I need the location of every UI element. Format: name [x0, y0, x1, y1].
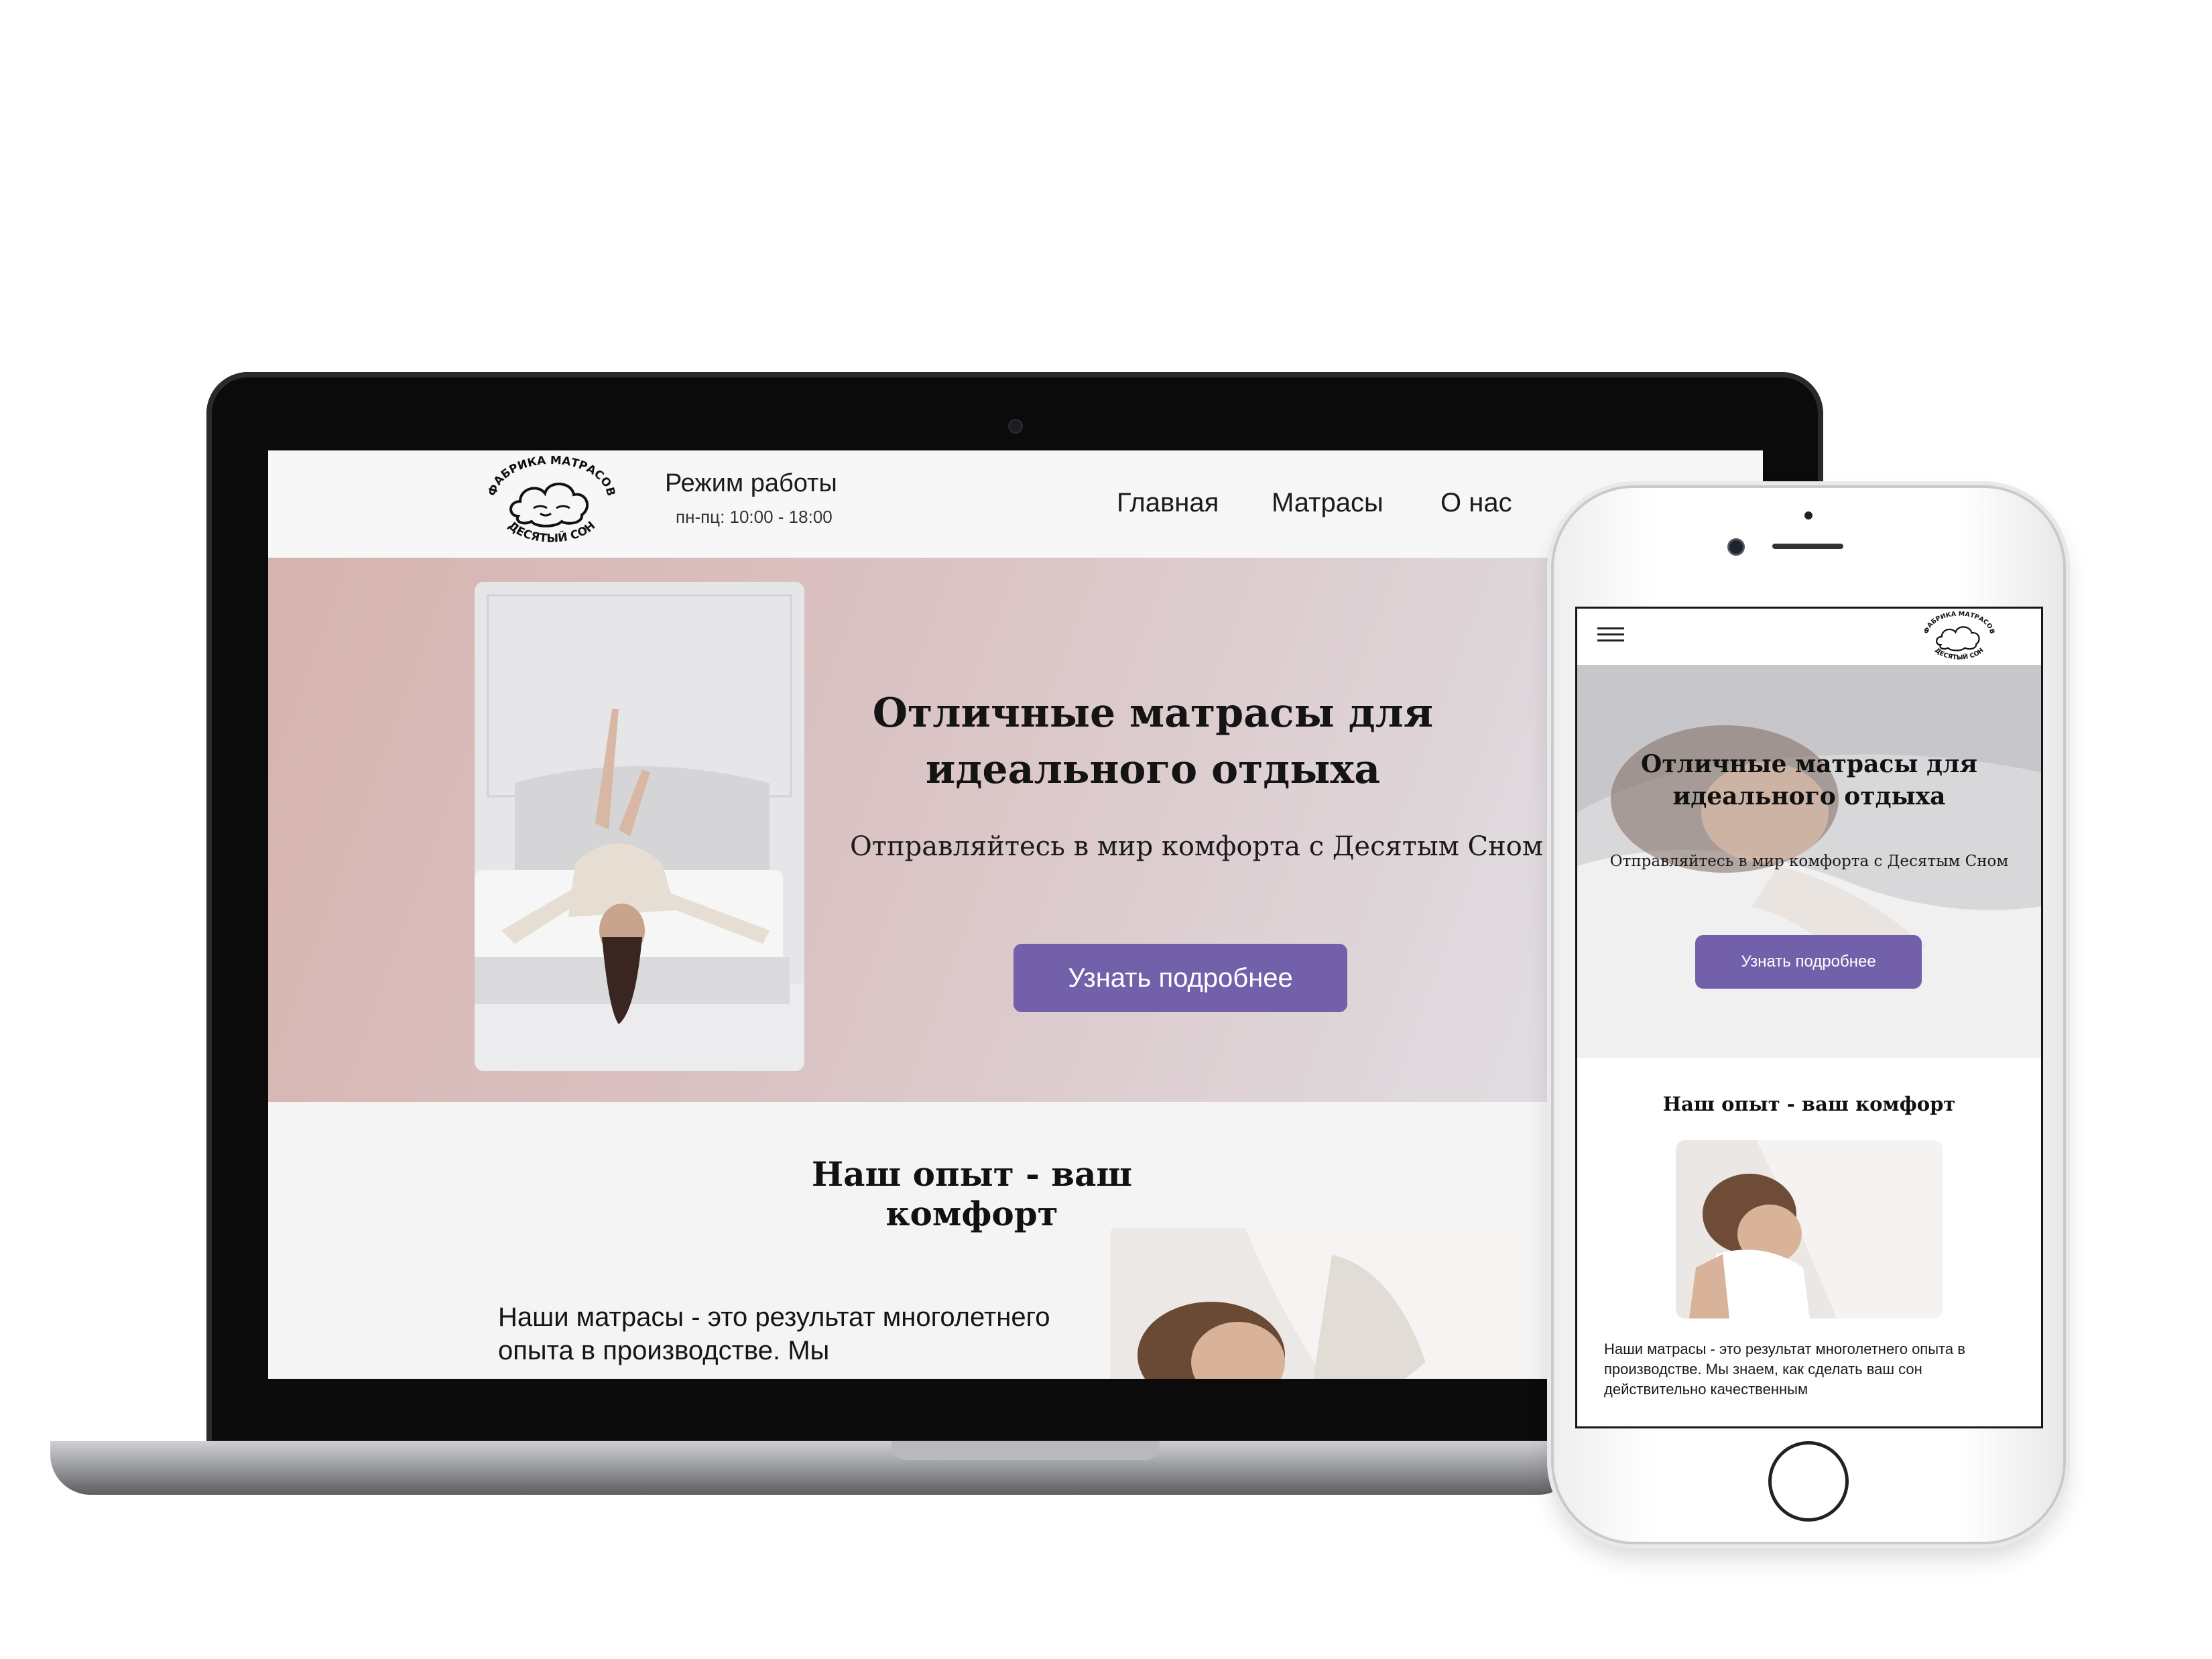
mobile-experience-text: Наши матрасы - это результат многолетнег… [1604, 1341, 1965, 1398]
hero-title: Отличные матрасы для идеального отдыха [872, 690, 1434, 793]
phone-speaker [1772, 544, 1843, 549]
mobile-hero-subtitle: Отправляйтесь в мир комфорта с Десятым С… [1609, 853, 2009, 870]
mobile-hero-section: Отличные матрасы для идеального отдыха О… [1577, 665, 2041, 1058]
learn-more-button[interactable]: Узнать подробнее [1013, 944, 1347, 1012]
hero-subtitle: Отправляйтесь в мир комфорта с Десятым С… [850, 831, 1543, 862]
experience-image [1111, 1228, 1533, 1379]
mobile-learn-more-button[interactable]: Узнать подробнее [1695, 935, 1922, 989]
mobile-header: ФАБРИКА МАТРАСОВ ДЕСЯТЫЙ СОН [1577, 609, 2041, 665]
mobile-experience-title: Наш опыт - ваш комфорт [1662, 1093, 1956, 1115]
site-header: ФАБРИКА МАТРАСОВ ДЕСЯТЫЙ СОН Режим работ… [268, 450, 1763, 558]
phone-home-button[interactable] [1768, 1441, 1849, 1522]
nav-mattresses-link[interactable]: Матрасы [1272, 488, 1384, 518]
laptop-camera [1008, 419, 1023, 434]
experience-section-text: Наши матрасы - это результат многолетнег… [498, 1302, 1050, 1365]
mobile-hero-title: Отличные матрасы для идеального отдыха [1641, 750, 1977, 810]
nav-about-link[interactable]: О нас [1440, 488, 1512, 518]
desktop-site: ФАБРИКА МАТРАСОВ ДЕСЯТЫЙ СОН Режим работ… [268, 450, 1763, 1379]
menu-icon[interactable] [1597, 627, 1624, 645]
svg-text:ФАБРИКА МАТРАСОВ: ФАБРИКА МАТРАСОВ [486, 456, 618, 497]
hero-section: Отличные матрасы для идеального отдыха О… [268, 558, 1763, 1102]
brand-logo[interactable]: ФАБРИКА МАТРАСОВ ДЕСЯТЫЙ СОН [481, 454, 622, 550]
phone-camera [1727, 538, 1745, 556]
laptop-notch [892, 1441, 1160, 1460]
svg-text:ФАБРИКА МАТРАСОВ: ФАБРИКА МАТРАСОВ [1923, 611, 1996, 635]
experience-section-title: Наш опыт - ваш комфорт [811, 1154, 1133, 1233]
phone-sensor [1804, 511, 1812, 519]
nav-home-link[interactable]: Главная [1117, 488, 1219, 518]
mobile-experience-image [1676, 1140, 1943, 1318]
laptop-base [50, 1441, 1579, 1495]
working-hours-label: Режим работы [665, 469, 837, 497]
working-hours-value: пн-пц: 10:00 - 18:00 [676, 507, 833, 527]
svg-text:ДЕСЯТЫЙ СОН: ДЕСЯТЫЙ СОН [1933, 647, 1985, 662]
hero-image [475, 582, 804, 1071]
mobile-brand-logo[interactable]: ФАБРИКА МАТРАСОВ ДЕСЯТЫЙ СОН [1919, 611, 2000, 664]
mobile-site: ФАБРИКА МАТРАСОВ ДЕСЯТЫЙ СОН Отличные ма… [1575, 607, 2043, 1428]
